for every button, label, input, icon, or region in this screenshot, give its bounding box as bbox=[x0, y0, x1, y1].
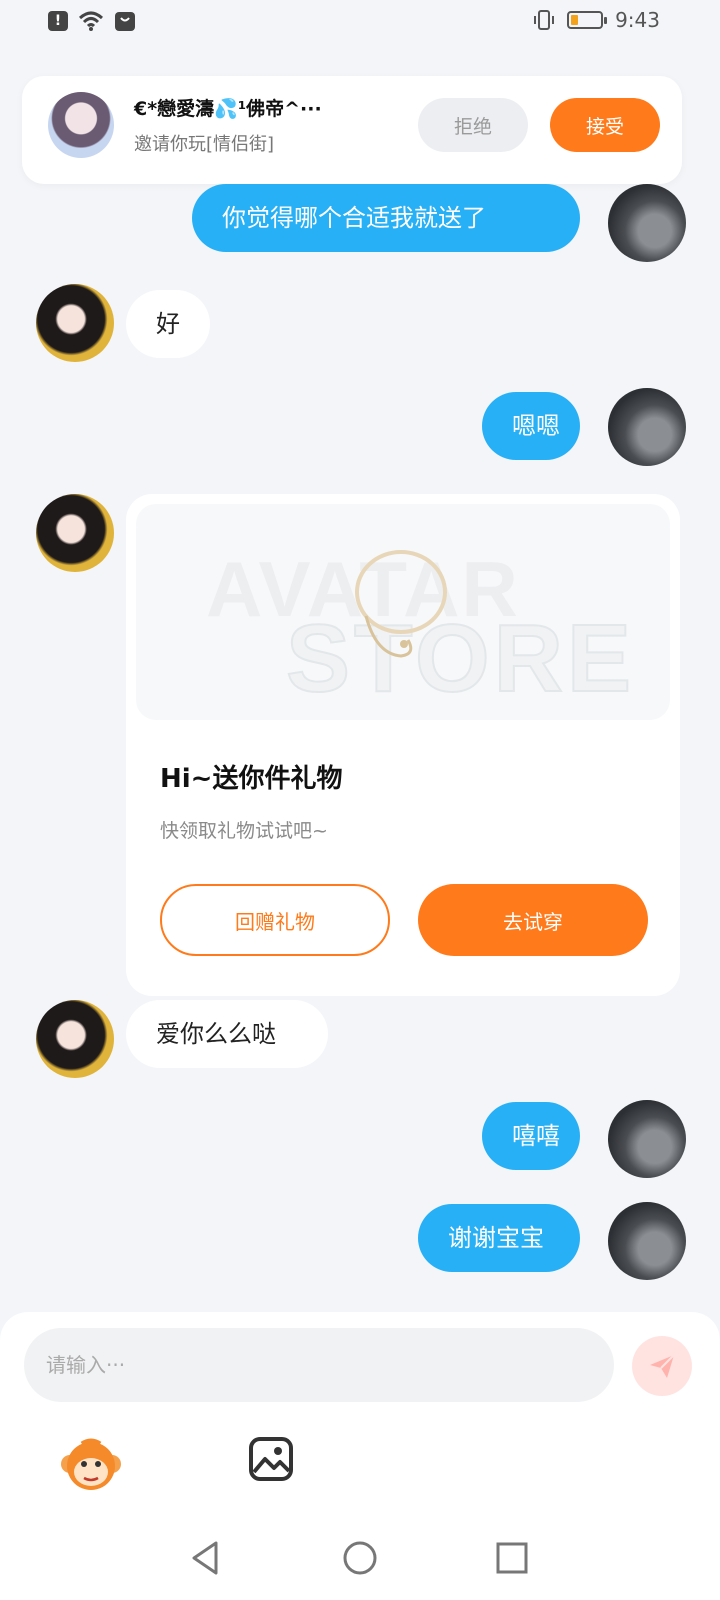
shopping-bag-icon bbox=[115, 12, 135, 31]
battery-level bbox=[571, 15, 579, 25]
necklace-icon bbox=[355, 550, 447, 658]
battery-icon bbox=[567, 11, 608, 29]
monkey-emoji-icon[interactable] bbox=[60, 1434, 122, 1496]
alert-icon: ! bbox=[48, 11, 68, 31]
message-bubble-received[interactable]: 好 bbox=[126, 290, 210, 358]
inviter-name: €*戀愛濤💦¹佛帝^··· bbox=[134, 98, 322, 120]
try-on-button[interactable]: 去试穿 bbox=[418, 884, 648, 956]
status-bar: ! 9:43 bbox=[0, 0, 720, 44]
reject-button[interactable]: 拒绝 bbox=[418, 98, 528, 152]
invitation-message: 邀请你玩[情侣街] bbox=[134, 134, 275, 155]
my-avatar[interactable] bbox=[608, 184, 686, 262]
message-bubble-sent[interactable]: 谢谢宝宝 bbox=[418, 1204, 580, 1272]
send-icon bbox=[650, 1354, 675, 1378]
contact-avatar[interactable] bbox=[36, 284, 114, 362]
inviter-avatar[interactable] bbox=[48, 92, 114, 158]
gift-subtitle: 快领取礼物试试吧~ bbox=[160, 820, 328, 842]
message-bubble-sent[interactable]: 嗯嗯 bbox=[482, 392, 580, 460]
status-left-icons: ! bbox=[48, 10, 136, 32]
message-input[interactable] bbox=[24, 1328, 614, 1402]
image-icon[interactable] bbox=[248, 1436, 294, 1482]
contact-avatar[interactable] bbox=[36, 494, 114, 572]
message-bubble-sent[interactable]: 嘻嘻 bbox=[482, 1102, 580, 1170]
vibrate-icon bbox=[534, 10, 555, 30]
status-right-icons: 9:43 bbox=[533, 8, 660, 32]
gift-card: AVATAR STORE Hi~送你件礼物 快领取礼物试试吧~ 回赠礼物 去试穿 bbox=[126, 494, 680, 996]
wifi-icon bbox=[78, 11, 104, 31]
back-icon[interactable] bbox=[186, 1538, 226, 1578]
recents-icon[interactable] bbox=[492, 1538, 532, 1578]
my-avatar[interactable] bbox=[608, 388, 686, 466]
home-icon[interactable] bbox=[340, 1538, 380, 1578]
send-button[interactable] bbox=[632, 1336, 692, 1396]
clock: 9:43 bbox=[615, 8, 660, 32]
accept-button[interactable]: 接受 bbox=[550, 98, 660, 152]
gift-title: Hi~送你件礼物 bbox=[160, 764, 343, 794]
contact-avatar[interactable] bbox=[36, 1000, 114, 1078]
my-avatar[interactable] bbox=[608, 1202, 686, 1280]
message-bubble-received[interactable]: 爱你么么哒 bbox=[126, 1000, 328, 1068]
my-avatar[interactable] bbox=[608, 1100, 686, 1178]
return-gift-button[interactable]: 回赠礼物 bbox=[160, 884, 390, 956]
gift-image[interactable]: AVATAR STORE bbox=[136, 504, 670, 720]
system-navigation-bar bbox=[0, 1520, 720, 1600]
watermark-store: STORE bbox=[285, 604, 635, 713]
game-invitation-banner: €*戀愛濤💦¹佛帝^··· 邀请你玩[情侣街] 拒绝 接受 bbox=[22, 76, 682, 184]
message-bubble-sent[interactable]: 你觉得哪个合适我就送了 bbox=[192, 184, 580, 252]
